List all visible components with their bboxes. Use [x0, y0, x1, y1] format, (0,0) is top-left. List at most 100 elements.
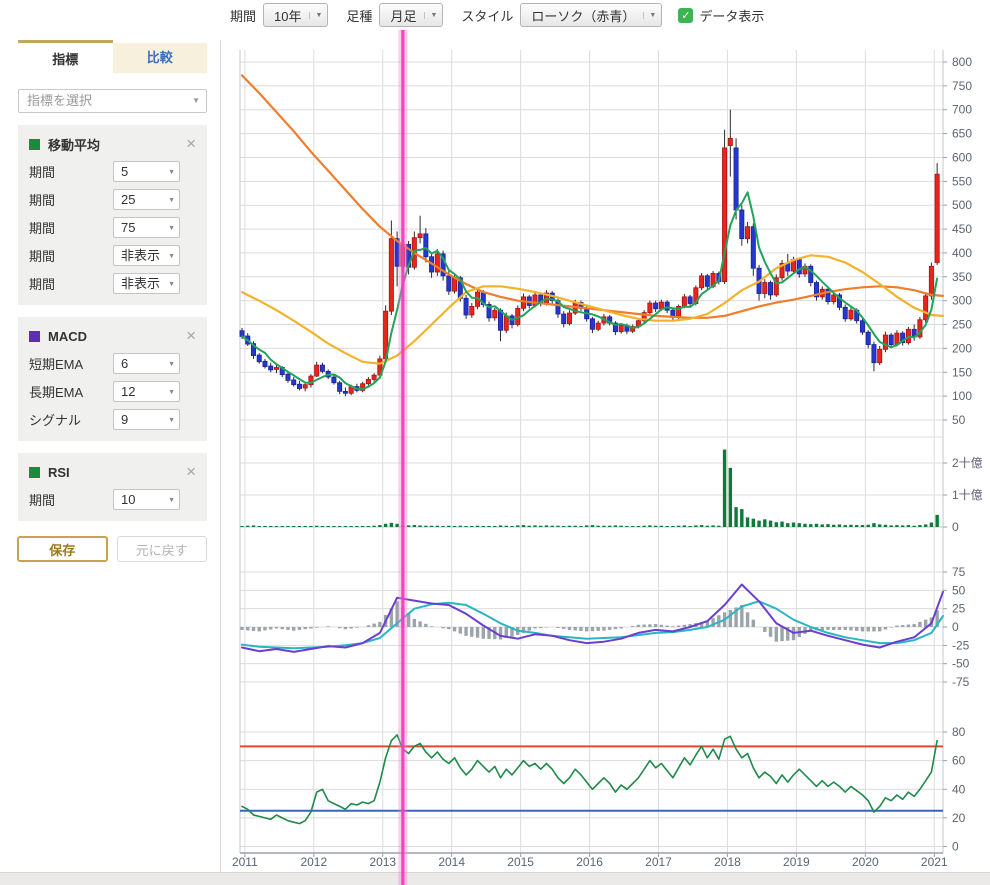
panel-title: 移動平均 [48, 135, 100, 154]
period-label: 期間 [230, 6, 256, 25]
panel-moving-average: 移動平均 × 期間5▼ 期間25▼ 期間75▼ 期間非表示▼ 期間非表示▼ [18, 125, 207, 305]
panel-title: MACD [48, 329, 87, 344]
style-select[interactable]: ローソク（赤青） ▼ [520, 3, 662, 27]
ma-period4-select[interactable]: 非表示▼ [113, 245, 180, 266]
rsi-color-icon [29, 467, 40, 478]
ma-row-1: 期間5▼ [29, 161, 196, 182]
svg-text:25: 25 [952, 602, 966, 616]
chevron-down-icon: ▼ [192, 90, 200, 112]
close-icon[interactable]: × [186, 329, 196, 343]
svg-text:0: 0 [952, 840, 959, 854]
svg-text:450: 450 [952, 222, 972, 236]
data-display-label: データ表示 [699, 6, 764, 25]
macd-row-3: シグナル9▼ [29, 409, 196, 430]
panel-rsi: RSI × 期間10▼ [18, 453, 207, 521]
svg-text:400: 400 [952, 246, 972, 260]
chevron-down-icon: ▼ [168, 247, 175, 266]
macd-signal-select[interactable]: 9▼ [113, 409, 180, 430]
ma-period3-select[interactable]: 75▼ [113, 217, 180, 238]
ma-period1-select[interactable]: 5▼ [113, 161, 180, 182]
chevron-down-icon: ▼ [168, 383, 175, 402]
macd-long-ema-select[interactable]: 12▼ [113, 381, 180, 402]
tab-indicators[interactable]: 指標 [18, 40, 113, 76]
sidebar-tabs: 指標 比較 [18, 40, 207, 76]
cursor-line [398, 30, 407, 885]
chevron-down-icon: ▼ [168, 355, 175, 374]
svg-text:2016: 2016 [576, 855, 603, 869]
svg-text:200: 200 [952, 341, 972, 355]
sidebar-divider [220, 40, 221, 872]
svg-text:250: 250 [952, 318, 972, 332]
bar-type-select[interactable]: 月足▼ [379, 3, 443, 27]
tab-compare[interactable]: 比較 [113, 43, 208, 73]
svg-text:300: 300 [952, 294, 972, 308]
chevron-down-icon: ▼ [168, 219, 175, 238]
svg-text:2019: 2019 [783, 855, 810, 869]
svg-text:2021: 2021 [921, 855, 948, 869]
svg-text:600: 600 [952, 150, 972, 164]
svg-text:-75: -75 [952, 675, 970, 689]
ma-row-3: 期間75▼ [29, 217, 196, 238]
ma-period2-select[interactable]: 25▼ [113, 189, 180, 210]
svg-text:2017: 2017 [645, 855, 672, 869]
ma-row-2: 期間25▼ [29, 189, 196, 210]
close-icon[interactable]: × [186, 465, 196, 479]
svg-text:350: 350 [952, 270, 972, 284]
svg-text:700: 700 [952, 103, 972, 117]
moving-average-color-icon [29, 139, 40, 150]
svg-text:150: 150 [952, 365, 972, 379]
period-select[interactable]: 10年 ▼ [263, 3, 328, 27]
data-display-checkbox[interactable]: ✓ [678, 8, 693, 23]
indicator-sidebar: 指標 比較 指標を選択 ▼ 移動平均 × 期間5▼ 期間25▼ 期間75▼ 期間… [0, 40, 220, 562]
svg-text:20: 20 [952, 811, 966, 825]
svg-text:40: 40 [952, 782, 966, 796]
reset-button[interactable]: 元に戻す [117, 536, 207, 562]
svg-text:60: 60 [952, 754, 966, 768]
ma-row-4: 期間非表示▼ [29, 245, 196, 266]
rsi-period-select[interactable]: 10▼ [113, 489, 180, 510]
chevron-down-icon: ▼ [168, 411, 175, 430]
bar-type-label: 足種 [346, 6, 372, 25]
indicator-select-placeholder: 指標を選択 [27, 93, 92, 108]
ma-period5-select[interactable]: 非表示▼ [113, 273, 180, 294]
svg-text:100: 100 [952, 389, 972, 403]
chart-toolbar: 期間 10年 ▼ 足種 月足▼ スタイル ローソク（赤青） ▼ ✓ データ表示 [230, 0, 764, 30]
macd-color-icon [29, 331, 40, 342]
panel-macd: MACD × 短期EMA6▼ 長期EMA12▼ シグナル9▼ [18, 317, 207, 441]
svg-text:750: 750 [952, 79, 972, 93]
macd-short-ema-select[interactable]: 6▼ [113, 353, 180, 374]
svg-text:0: 0 [952, 520, 959, 534]
bar-type-value: 月足 [390, 6, 416, 25]
svg-text:2014: 2014 [438, 855, 465, 869]
indicator-select[interactable]: 指標を選択 ▼ [18, 89, 207, 113]
svg-text:2020: 2020 [852, 855, 879, 869]
chevron-down-icon: ▼ [168, 491, 175, 510]
svg-text:500: 500 [952, 198, 972, 212]
macd-row-2: 長期EMA12▼ [29, 381, 196, 402]
chart-svg[interactable]: 2011201220132014201520162017201820192020… [228, 30, 990, 885]
svg-text:2十億: 2十億 [952, 456, 983, 470]
chevron-down-icon: ▼ [309, 12, 322, 19]
svg-text:2013: 2013 [369, 855, 396, 869]
svg-text:-50: -50 [952, 657, 970, 671]
svg-text:2012: 2012 [300, 855, 327, 869]
moving-average-layer [242, 75, 943, 389]
grid-layer [240, 50, 943, 853]
panel-title: RSI [48, 465, 70, 480]
style-value: ローソク（赤青） [531, 6, 635, 25]
svg-text:650: 650 [952, 127, 972, 141]
close-icon[interactable]: × [186, 137, 196, 151]
svg-text:2011: 2011 [232, 855, 258, 869]
chevron-down-icon: ▼ [643, 12, 656, 19]
svg-text:-25: -25 [952, 638, 970, 652]
chevron-down-icon: ▼ [168, 191, 175, 210]
macd-row-1: 短期EMA6▼ [29, 353, 196, 374]
svg-text:50: 50 [952, 583, 966, 597]
svg-text:2015: 2015 [507, 855, 534, 869]
period-value: 10年 [274, 6, 301, 25]
svg-text:50: 50 [952, 413, 966, 427]
check-icon: ✓ [681, 9, 690, 22]
style-label: スタイル [461, 6, 513, 25]
svg-text:75: 75 [952, 565, 966, 579]
save-button[interactable]: 保存 [17, 536, 108, 562]
